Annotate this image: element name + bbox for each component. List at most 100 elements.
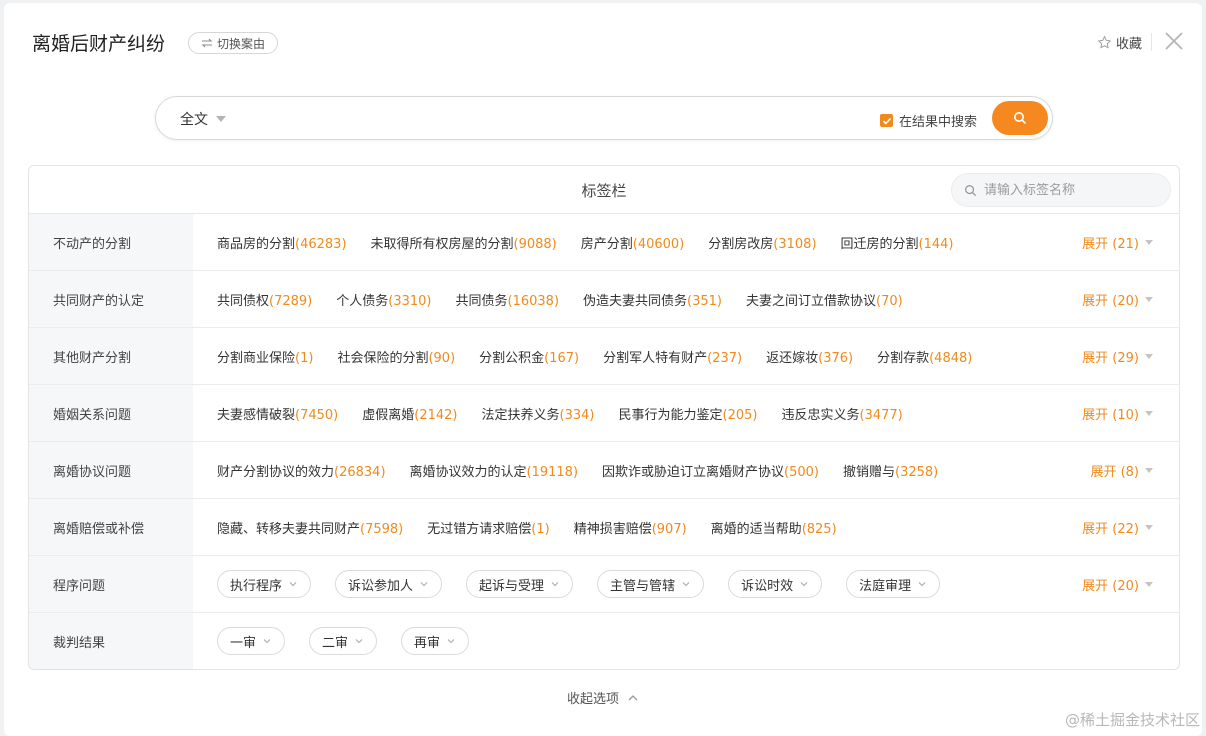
tag-link[interactable]: 共同债务(16038) — [456, 290, 560, 309]
dropdown-pill[interactable]: 起诉与受理 — [466, 570, 574, 598]
tag-link[interactable]: 民事行为能力鉴定(205) — [618, 404, 757, 423]
tag-link[interactable]: 个人债务(3310) — [336, 290, 431, 309]
tag-row: 不动产的分割 商品房的分割(46283) 未取得所有权房屋的分割(9088) 房… — [29, 214, 1179, 271]
tag-row-label: 婚姻关系问题 — [29, 385, 193, 441]
tags-panel-header: 标签栏 — [29, 166, 1179, 214]
search-button[interactable] — [992, 101, 1048, 135]
tag-link[interactable]: 违反忠实义务(3477) — [781, 404, 902, 423]
tag-row-items: 隐藏、转移夫妻共同财产(7598) 无过错方请求赔偿(1) 精神损害赔偿(907… — [193, 499, 1179, 555]
search-scope-label: 全文 — [180, 112, 208, 128]
collapse-options-label: 收起选项 — [566, 692, 619, 707]
page-title: 离婚后财产纠纷 — [32, 33, 166, 55]
tag-link[interactable]: 回迁房的分割(144) — [841, 233, 954, 252]
caret-down-icon — [216, 116, 226, 122]
caret-down-icon — [1145, 581, 1153, 587]
dropdown-pill[interactable]: 二审 — [309, 627, 378, 655]
expand-button[interactable]: 展开 (10) — [1082, 385, 1153, 441]
tag-link[interactable]: 无过错方请求赔偿(1) — [427, 518, 549, 537]
dropdown-pill[interactable]: 诉讼参加人 — [335, 570, 443, 598]
expand-button[interactable]: 展开 (20) — [1082, 271, 1153, 327]
tag-search-box — [951, 173, 1171, 207]
dropdown-pill[interactable]: 诉讼时效 — [728, 570, 823, 598]
chevron-down-icon — [800, 582, 808, 587]
favorite-button[interactable]: 收藏 — [1097, 33, 1142, 52]
tag-row-label: 裁判结果 — [29, 613, 193, 669]
search-scope-select[interactable]: 全文 — [180, 109, 226, 129]
tags-panel: 标签栏 不动产的分割 商品房的分割(46283) 未取得所有权房屋的分割(908… — [28, 165, 1180, 670]
tag-row-label: 程序问题 — [29, 556, 193, 612]
tag-link[interactable]: 虚假离婚(2142) — [362, 404, 457, 423]
tag-search-input[interactable] — [984, 182, 1154, 198]
tag-link[interactable]: 法定扶养义务(334) — [482, 404, 595, 423]
chevron-down-icon — [682, 582, 690, 587]
chevron-up-icon — [628, 694, 638, 700]
tag-link[interactable]: 精神损害赔偿(907) — [574, 518, 687, 537]
tag-link[interactable]: 分割存款(4848) — [877, 347, 972, 366]
tag-row-items: 分割商业保险(1) 社会保险的分割(90) 分割公积金(167) 分割军人特有财… — [193, 328, 1179, 384]
expand-button[interactable]: 展开 (22) — [1082, 499, 1153, 555]
caret-down-icon — [1145, 467, 1153, 473]
tag-link[interactable]: 因欺诈或胁迫订立离婚财产协议(500) — [602, 461, 819, 480]
search-in-results-toggle[interactable]: 在结果中搜索 — [880, 111, 977, 130]
search-in-results-checkbox[interactable] — [880, 114, 893, 127]
tag-link[interactable]: 返还嫁妆(376) — [766, 347, 853, 366]
caret-down-icon — [1145, 524, 1153, 530]
caret-down-icon — [1145, 353, 1153, 359]
dropdown-pill[interactable]: 再审 — [401, 627, 470, 655]
tag-row-items: 商品房的分割(46283) 未取得所有权房屋的分割(9088) 房产分割(406… — [193, 214, 1179, 270]
caret-down-icon — [1145, 296, 1153, 302]
search-in-results-label: 在结果中搜索 — [899, 115, 978, 130]
tag-link[interactable]: 伪造夫妻共同债务(351) — [583, 290, 722, 309]
tag-link[interactable]: 隐藏、转移夫妻共同财产(7598) — [217, 518, 403, 537]
tag-link[interactable]: 分割商业保险(1) — [217, 347, 313, 366]
tag-row-label: 离婚协议问题 — [29, 442, 193, 498]
close-button[interactable] — [1162, 29, 1186, 53]
chevron-down-icon — [263, 639, 271, 644]
header-divider — [1151, 33, 1152, 51]
expand-button[interactable]: 展开 (29) — [1082, 328, 1153, 384]
caret-down-icon — [1145, 410, 1153, 416]
chevron-down-icon — [551, 582, 559, 587]
expand-button[interactable]: 展开 (21) — [1082, 214, 1153, 270]
tag-row-label: 不动产的分割 — [29, 214, 193, 270]
chevron-down-icon — [918, 582, 926, 587]
tag-row-items: 执行程序 诉讼参加人 起诉与受理 主管与管辖 诉讼时效 法庭审理 展开 (20) — [193, 556, 1179, 612]
tag-link[interactable]: 离婚协议效力的认定(19118) — [410, 461, 579, 480]
dropdown-pill[interactable]: 执行程序 — [217, 570, 312, 598]
tag-link[interactable]: 离婚的适当帮助(825) — [711, 518, 837, 537]
favorite-label: 收藏 — [1115, 37, 1142, 52]
dropdown-pill[interactable]: 一审 — [217, 627, 286, 655]
tag-row-label: 共同财产的认定 — [29, 271, 193, 327]
tag-link[interactable]: 夫妻之间订立借款协议(70) — [746, 290, 903, 309]
tag-row-label: 其他财产分割 — [29, 328, 193, 384]
expand-button[interactable]: 展开 (20) — [1082, 556, 1153, 612]
tag-link[interactable]: 商品房的分割(46283) — [217, 233, 347, 252]
tag-row-items: 财产分割协议的效力(26834) 离婚协议效力的认定(19118) 因欺诈或胁迫… — [193, 442, 1179, 498]
swap-icon — [201, 38, 213, 48]
star-icon — [1097, 35, 1112, 49]
dropdown-pill[interactable]: 主管与管辖 — [597, 570, 705, 598]
collapse-options-button[interactable]: 收起选项 — [0, 688, 1206, 707]
tag-row: 共同财产的认定 共同债权(7289) 个人债务(3310) 共同债务(16038… — [29, 271, 1179, 328]
search-input[interactable] — [246, 105, 846, 131]
tag-row: 婚姻关系问题 夫妻感情破裂(7450) 虚假离婚(2142) 法定扶养义务(33… — [29, 385, 1179, 442]
tag-link[interactable]: 未取得所有权房屋的分割(9088) — [371, 233, 557, 252]
tag-row-items: 共同债权(7289) 个人债务(3310) 共同债务(16038) 伪造夫妻共同… — [193, 271, 1179, 327]
tag-link[interactable]: 分割房改房(3108) — [708, 233, 816, 252]
tag-link[interactable]: 社会保险的分割(90) — [337, 347, 455, 366]
tag-link[interactable]: 撤销赠与(3258) — [843, 461, 938, 480]
tag-row-judgment: 裁判结果 一审 二审 再审 — [29, 613, 1179, 669]
tag-link[interactable]: 共同债权(7289) — [217, 290, 312, 309]
tag-link[interactable]: 夫妻感情破裂(7450) — [217, 404, 338, 423]
dropdown-pill[interactable]: 法庭审理 — [846, 570, 941, 598]
tag-row: 离婚协议问题 财产分割协议的效力(26834) 离婚协议效力的认定(19118)… — [29, 442, 1179, 499]
expand-button[interactable]: 展开 (8) — [1090, 442, 1153, 498]
tag-link[interactable]: 分割公积金(167) — [479, 347, 579, 366]
caret-down-icon — [1145, 239, 1153, 245]
switch-cause-button[interactable]: 切换案由 — [188, 32, 279, 54]
tag-link[interactable]: 分割军人特有财产(237) — [603, 347, 742, 366]
tag-link[interactable]: 财产分割协议的效力(26834) — [217, 461, 386, 480]
search-icon — [965, 184, 977, 196]
tag-link[interactable]: 房产分割(40600) — [581, 233, 685, 252]
watermark: @稀土掘金技术社区 — [1064, 711, 1200, 729]
